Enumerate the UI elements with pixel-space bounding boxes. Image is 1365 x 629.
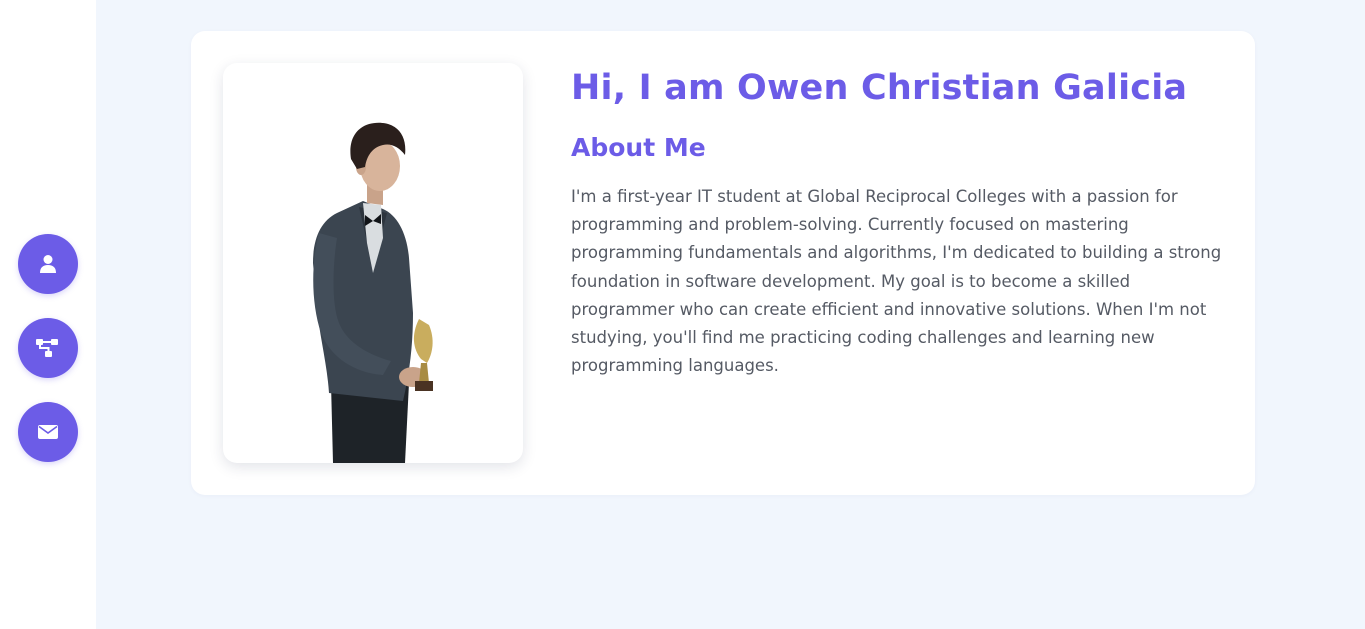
profile-card: Hi, I am Owen Christian Galicia About Me…: [191, 31, 1255, 495]
nav-contact-button[interactable]: [18, 402, 78, 462]
sidebar: [0, 0, 96, 629]
nav-skills-button[interactable]: [18, 318, 78, 378]
page-title: Hi, I am Owen Christian Galicia: [571, 68, 1188, 108]
user-icon: [39, 254, 57, 274]
about-paragraph: I'm a first-year IT student at Global Re…: [571, 187, 1222, 376]
profile-text: Hi, I am Owen Christian Galicia About Me…: [571, 63, 1231, 380]
profile-photo: [223, 63, 523, 463]
nav-about-button[interactable]: [18, 234, 78, 294]
about-heading: About Me: [571, 133, 706, 162]
envelope-icon: [38, 424, 58, 440]
sitemap-icon: [36, 338, 60, 358]
